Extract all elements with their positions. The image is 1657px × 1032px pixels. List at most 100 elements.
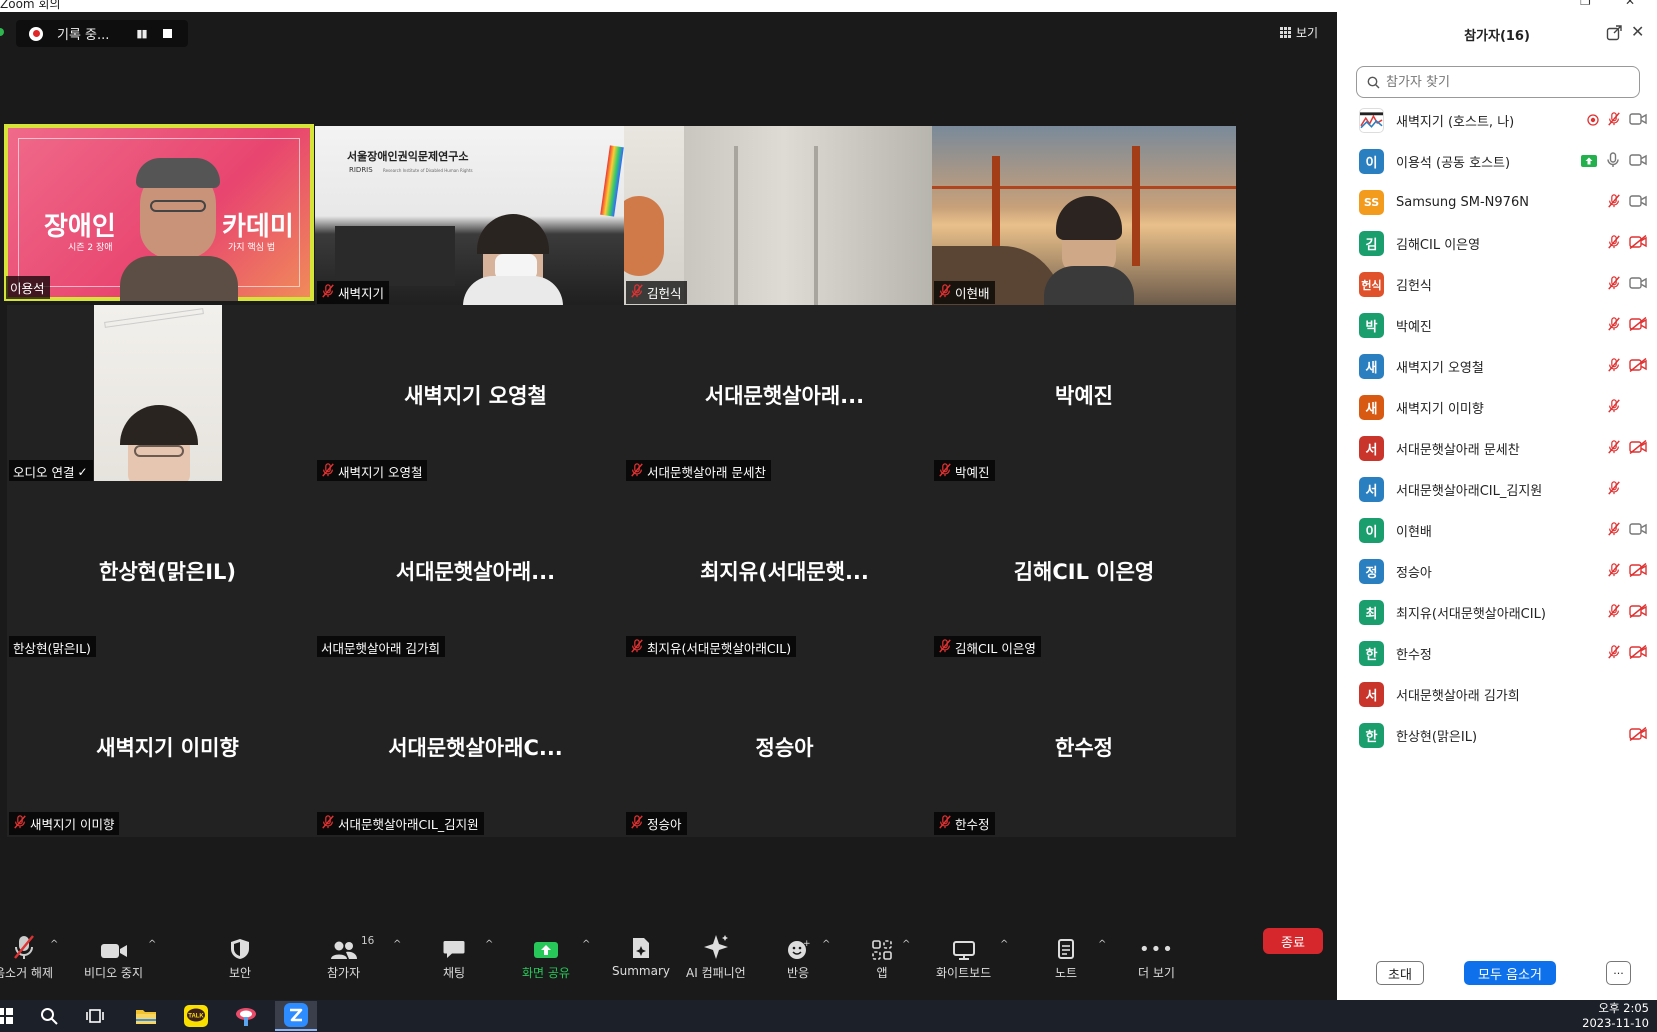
- share-options-caret[interactable]: ^: [582, 939, 590, 950]
- pause-recording-button[interactable]: ▮▮: [136, 27, 147, 40]
- close-panel-icon[interactable]: ✕: [1631, 24, 1644, 40]
- mic-muted-icon[interactable]: [1607, 521, 1621, 540]
- mic-muted-icon[interactable]: [1607, 357, 1621, 376]
- participant-row[interactable]: 서 서대문햇살아래 문세찬: [1337, 428, 1657, 469]
- participant-search-input[interactable]: [1386, 74, 1626, 90]
- share-screen-button[interactable]: 화면 공유: [522, 934, 570, 981]
- apps-button[interactable]: 앱: [872, 934, 892, 981]
- participant-row[interactable]: 정 정승아: [1337, 551, 1657, 592]
- participant-avatar: 이: [1359, 149, 1384, 174]
- video-tile[interactable]: 박예진 박예진: [932, 305, 1236, 485]
- participant-row[interactable]: 이 이용석 (공동 호스트): [1337, 141, 1657, 182]
- popout-icon[interactable]: [1606, 25, 1622, 41]
- participant-row[interactable]: 최 최지유(서대문햇살아래CIL): [1337, 592, 1657, 633]
- system-clock[interactable]: 오후 2:05 2023-11-10: [1582, 1001, 1649, 1031]
- participant-search[interactable]: [1356, 66, 1640, 98]
- mic-muted-icon[interactable]: [1607, 398, 1621, 417]
- mic-muted-icon[interactable]: [1607, 603, 1621, 622]
- ai-companion-button[interactable]: AI 컴패니언: [686, 934, 746, 981]
- participants-button[interactable]: 참가자: [327, 934, 360, 981]
- mic-muted-icon: [630, 639, 644, 656]
- summary-button[interactable]: Summary: [612, 934, 670, 978]
- restore-icon[interactable]: ❐: [1580, 0, 1591, 8]
- video-tile[interactable]: 한수정 한수정: [932, 657, 1236, 837]
- participant-avatar: 한: [1359, 641, 1384, 666]
- taskbar-search-icon[interactable]: [36, 1004, 62, 1028]
- participant-avatar: 한: [1359, 723, 1384, 748]
- file-explorer-icon[interactable]: [133, 1004, 159, 1028]
- reactions-options-caret[interactable]: ^: [822, 939, 830, 950]
- windows-start-icon[interactable]: [0, 1004, 18, 1028]
- video-tile[interactable]: 최지유(서대문햇... 최지유(서대문햇살아래CIL): [624, 481, 945, 661]
- whiteboard-options-caret[interactable]: ^: [1000, 939, 1008, 950]
- view-button[interactable]: 보기: [1280, 22, 1318, 42]
- video-options-caret[interactable]: ^: [148, 939, 156, 950]
- video-tile[interactable]: 서대문햇살아래C... 서대문햇살아래CIL_김지원: [315, 657, 636, 837]
- video-tile[interactable]: 새벽지기 오영철 새벽지기 오영철: [315, 305, 636, 485]
- participant-row[interactable]: 한 한상현(맑은IL): [1337, 715, 1657, 756]
- participant-avatar: 헌식: [1359, 272, 1384, 297]
- chat-options-caret[interactable]: ^: [485, 939, 493, 950]
- video-tile[interactable]: 한상현(맑은IL) 한상현(맑은IL): [7, 481, 328, 661]
- mic-muted-icon[interactable]: [1607, 562, 1621, 581]
- video-tile[interactable]: 이현배: [932, 126, 1236, 306]
- audio-options-caret[interactable]: ^: [50, 939, 58, 950]
- video-tile[interactable]: 새벽지기 이미향 새벽지기 이미향: [7, 657, 328, 837]
- participant-row[interactable]: 헌식 김헌식: [1337, 264, 1657, 305]
- stop-video-button[interactable]: 비디오 중지: [84, 934, 143, 981]
- mic-muted-icon[interactable]: [1607, 193, 1621, 212]
- zoom-taskbar-icon[interactable]: [275, 1001, 317, 1031]
- mic-muted-icon[interactable]: [1607, 480, 1621, 499]
- participant-row[interactable]: 이 이현배: [1337, 510, 1657, 551]
- video-tile[interactable]: 서울장애인권익문제연구소 RIDRIS Research Institute o…: [315, 126, 636, 306]
- participant-row[interactable]: 김 김해CIL 이은영: [1337, 223, 1657, 264]
- participants-options-caret[interactable]: ^: [393, 939, 401, 950]
- mic-muted-icon[interactable]: [1607, 439, 1621, 458]
- end-meeting-button[interactable]: 종료: [1263, 928, 1323, 954]
- video-tile[interactable]: 장애인 카데미 시즌 2 장애 가지 핵심 법 이용석: [4, 124, 314, 301]
- tile-name-tag: 서대문햇살아래 문세찬: [626, 460, 771, 483]
- more-dots-icon: •••: [1139, 939, 1174, 960]
- video-tile[interactable]: 김해CIL 이은영 김해CIL 이은영: [932, 481, 1236, 661]
- participant-row[interactable]: SS Samsung SM-N976N: [1337, 182, 1657, 223]
- participant-row[interactable]: 한 한수정: [1337, 633, 1657, 674]
- reactions-button[interactable]: + 반응: [786, 934, 810, 981]
- mic-muted-icon[interactable]: [1607, 275, 1621, 294]
- mute-button[interactable]: 음소거 해제: [0, 934, 53, 981]
- participant-row[interactable]: 새 새벽지기 이미향: [1337, 387, 1657, 428]
- apps-options-caret[interactable]: ^: [902, 939, 910, 950]
- stop-recording-button[interactable]: [162, 29, 172, 38]
- mic-icon[interactable]: [1605, 151, 1621, 172]
- chat-button[interactable]: 채팅: [443, 934, 465, 981]
- mic-muted-icon[interactable]: [1607, 234, 1621, 253]
- security-button[interactable]: 보안: [229, 934, 251, 981]
- slide-subtitle: 시즌 2 장애: [68, 243, 113, 253]
- video-tile[interactable]: 김헌식: [624, 126, 945, 306]
- video-tile[interactable]: 정승아 정승아: [624, 657, 945, 837]
- kakaotalk-icon[interactable]: TALK: [183, 1004, 209, 1028]
- panel-more-button[interactable]: ···: [1606, 961, 1631, 985]
- participant-row[interactable]: 박 박예진: [1337, 305, 1657, 346]
- video-tile[interactable]: 서대문햇살아래... 서대문햇살아래 문세찬: [624, 305, 945, 485]
- mic-muted-icon[interactable]: [1607, 111, 1621, 130]
- notes-button[interactable]: 노트: [1055, 934, 1077, 981]
- stop-video-label: 비디오 중지: [84, 966, 144, 980]
- participant-row[interactable]: 서 서대문햇살아래CIL_김지원: [1337, 469, 1657, 510]
- task-view-icon[interactable]: [82, 1004, 108, 1028]
- mute-all-button[interactable]: 모두 음소거: [1464, 961, 1556, 985]
- more-button[interactable]: ••• 더 보기: [1138, 934, 1175, 981]
- browser-app-icon[interactable]: [233, 1004, 259, 1028]
- tile-display-name: 김해CIL 이은영: [1013, 560, 1155, 584]
- video-tile[interactable]: 오디오 연결 ✓: [7, 305, 328, 485]
- invite-button[interactable]: 초대: [1376, 961, 1424, 985]
- close-window-icon[interactable]: ✕: [1625, 0, 1635, 8]
- mic-muted-icon[interactable]: [1607, 644, 1621, 663]
- participant-row[interactable]: 서 서대문햇살아래 김가희: [1337, 674, 1657, 715]
- mic-muted-icon[interactable]: [1607, 316, 1621, 335]
- participant-row[interactable]: 새벽지기 (호스트, 나): [1337, 100, 1657, 141]
- whiteboard-button[interactable]: 화이트보드: [936, 934, 991, 981]
- video-tile[interactable]: 서대문햇살아래... 서대문햇살아래 김가희: [315, 481, 636, 661]
- tile-name-label: 새벽지기: [338, 286, 385, 301]
- notes-options-caret[interactable]: ^: [1098, 939, 1106, 950]
- participant-row[interactable]: 새 새벽지기 오영철: [1337, 346, 1657, 387]
